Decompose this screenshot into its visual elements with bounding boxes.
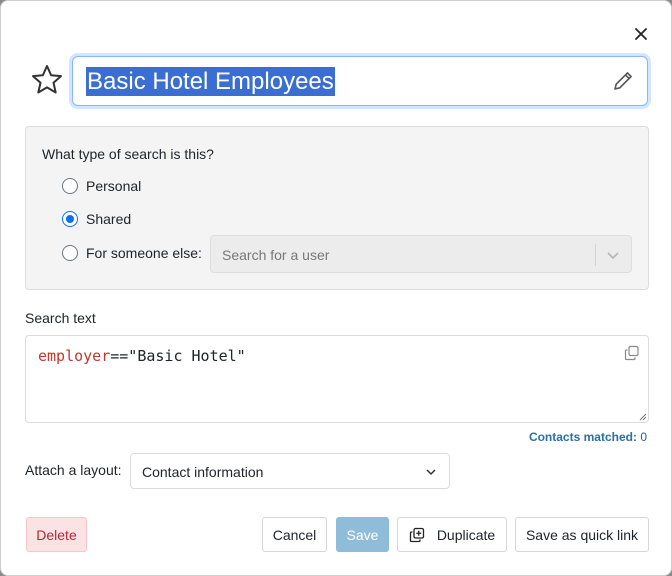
- close-icon: [635, 28, 647, 40]
- attach-layout-label: Attach a layout:: [25, 462, 122, 478]
- cancel-button[interactable]: Cancel: [262, 517, 327, 552]
- user-search-placeholder: Search for a user: [222, 247, 330, 263]
- radio-personal-input[interactable]: [62, 178, 78, 194]
- edit-name-button[interactable]: [611, 69, 635, 93]
- layout-selected-value: Contact information: [142, 464, 264, 480]
- save-quick-link-button[interactable]: Save as quick link: [515, 517, 649, 552]
- radio-shared-input[interactable]: [62, 211, 78, 227]
- search-name-field[interactable]: Basic Hotel Employees: [72, 56, 648, 106]
- search-name-text: Basic Hotel Employees: [86, 67, 335, 96]
- user-search-select[interactable]: Search for a user: [210, 235, 632, 273]
- chevron-down-icon[interactable]: [605, 247, 621, 263]
- favorite-star-button[interactable]: [29, 62, 65, 98]
- layout-select[interactable]: Contact information: [130, 453, 450, 489]
- contacts-matched-label: Contacts matched:: [528, 430, 637, 444]
- search-type-question: What type of search is this?: [42, 146, 214, 162]
- close-button[interactable]: [629, 22, 653, 46]
- select-separator: [595, 244, 596, 266]
- radio-shared-label: Shared: [86, 211, 132, 227]
- radio-shared[interactable]: Shared: [62, 209, 131, 229]
- query-field-name: employer: [38, 347, 111, 365]
- pencil-icon: [614, 72, 632, 90]
- duplicate-label: Duplicate: [436, 526, 496, 543]
- contacts-matched-count: 0: [640, 430, 647, 444]
- search-text-label: Search text: [25, 310, 96, 326]
- save-button[interactable]: Save: [336, 517, 389, 552]
- search-query-code: employer=="Basic Hotel": [38, 347, 246, 365]
- saved-search-dialog: Basic Hotel Employees What type of searc…: [0, 0, 672, 576]
- radio-personal-label: Personal: [86, 178, 142, 194]
- search-text-input[interactable]: employer=="Basic Hotel": [25, 335, 649, 423]
- chevron-down-icon: [426, 469, 436, 476]
- copy-icon[interactable]: [624, 345, 640, 361]
- radio-someone-else[interactable]: For someone else:: [62, 243, 202, 263]
- delete-button[interactable]: Delete: [26, 517, 87, 552]
- star-icon: [32, 65, 62, 94]
- search-type-panel: What type of search is this? Personal Sh…: [25, 126, 649, 290]
- query-expression: =="Basic Hotel": [110, 347, 246, 365]
- duplicate-button[interactable]: Duplicate: [397, 517, 507, 552]
- resize-handle-icon[interactable]: [638, 412, 647, 421]
- duplicate-icon: [409, 527, 424, 542]
- radio-someone-else-input[interactable]: [62, 245, 78, 261]
- contacts-matched: Contacts matched: 0: [529, 430, 647, 444]
- radio-someone-else-label: For someone else:: [86, 245, 202, 261]
- radio-personal[interactable]: Personal: [62, 176, 141, 196]
